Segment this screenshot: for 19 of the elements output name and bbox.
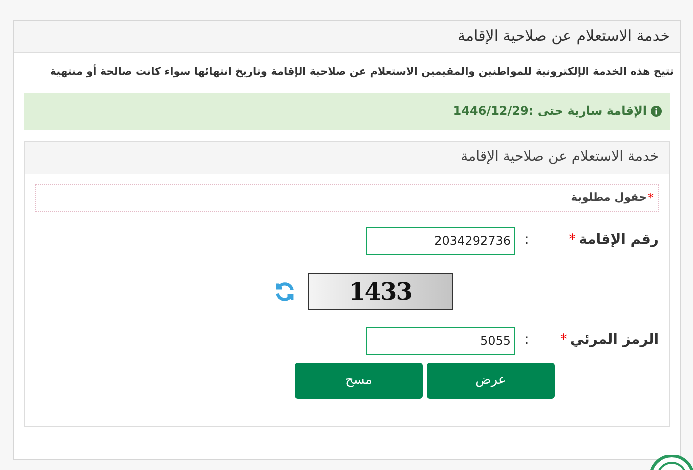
required-asterisk: * xyxy=(560,331,568,350)
field-label: الرمز المرئي xyxy=(570,331,659,350)
field-label: رقم الإقامة xyxy=(579,231,659,250)
text-field[interactable]: 5055 xyxy=(366,326,515,355)
alert-text: الإقامة سارية حتى :1446/12/29 xyxy=(453,103,647,120)
required-asterisk: * xyxy=(569,231,576,250)
submit-button[interactable]: عرض xyxy=(427,362,555,399)
text-field[interactable]: 2034292736 xyxy=(366,226,515,255)
info-icon xyxy=(651,106,662,117)
clear-button[interactable]: مسح xyxy=(295,362,423,399)
required-note-text: حقول مطلوبة xyxy=(571,190,647,206)
description-text: تتيح هذه الخدمة الإلكترونية للمواطنين والمقيمين الاستعلام عن صلاحية الإقامة وتاريخ انتهائها سواء كانت صالحة أو منتهية xyxy=(49,65,674,80)
form-title: خدمة الاستعلام عن صلاحية الإقامة xyxy=(461,148,659,168)
panel-title: خدمة الاستعلام عن صلاحية الإقامة xyxy=(458,26,670,48)
refresh-icon[interactable] xyxy=(274,280,296,303)
label-colon: : xyxy=(524,331,530,350)
required-asterisk: * xyxy=(648,190,654,207)
label-colon: : xyxy=(524,231,530,250)
captcha-code: 1433 xyxy=(349,276,412,308)
